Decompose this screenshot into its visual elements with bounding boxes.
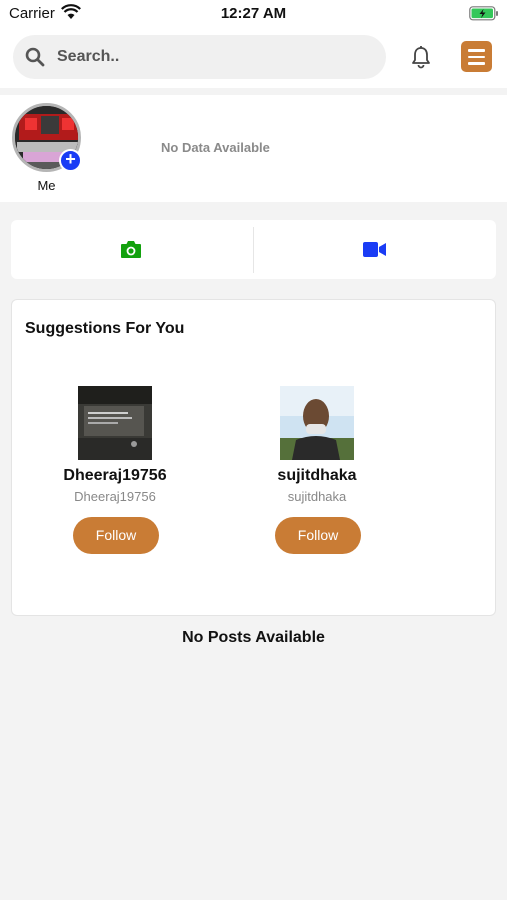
bell-icon[interactable]: [410, 45, 432, 69]
media-picker-card: [11, 220, 496, 279]
user-handle: sujitdhaka: [287, 489, 347, 504]
feed-empty-text: No Posts Available: [182, 629, 325, 646]
user-name: sujitdhaka: [277, 467, 357, 484]
stories-strip: + Me No Data Available: [0, 95, 507, 202]
suggestions-card: Suggestions For You Dheeraj19756 Dheeraj…: [11, 299, 496, 616]
battery-icon: [469, 6, 498, 21]
suggested-user: Dheeraj19756 Dheeraj19756 Follow: [23, 386, 203, 556]
menu-button[interactable]: [461, 41, 492, 72]
my-story[interactable]: + Me: [12, 103, 82, 193]
user-name: Dheeraj19756: [63, 467, 167, 484]
plus-icon: +: [65, 149, 76, 169]
my-story-label: Me: [37, 178, 56, 193]
camera-button[interactable]: [11, 220, 253, 279]
suggestions-title: Suggestions For You: [25, 320, 185, 337]
search-input[interactable]: [57, 35, 377, 79]
clock: 12:27 AM: [220, 5, 287, 22]
user-photo-image: [280, 386, 354, 460]
suggested-user: sujitdhaka sujitdhaka Follow: [225, 386, 405, 556]
stories-empty-text: No Data Available: [161, 140, 270, 155]
follow-button[interactable]: Follow: [275, 517, 361, 554]
video-icon: [363, 242, 386, 257]
video-button[interactable]: [254, 220, 496, 279]
add-story-button[interactable]: +: [59, 149, 82, 172]
search-icon: [25, 47, 45, 67]
user-photo[interactable]: [280, 386, 354, 460]
camera-icon: [121, 241, 141, 258]
user-photo-image: [78, 386, 152, 460]
status-bar: Carrier 12:27 AM: [0, 0, 507, 28]
header: [0, 28, 507, 88]
follow-button[interactable]: Follow: [73, 517, 159, 554]
search-bar[interactable]: [13, 35, 386, 79]
user-photo[interactable]: [78, 386, 152, 460]
user-handle: Dheeraj19756: [74, 489, 156, 504]
